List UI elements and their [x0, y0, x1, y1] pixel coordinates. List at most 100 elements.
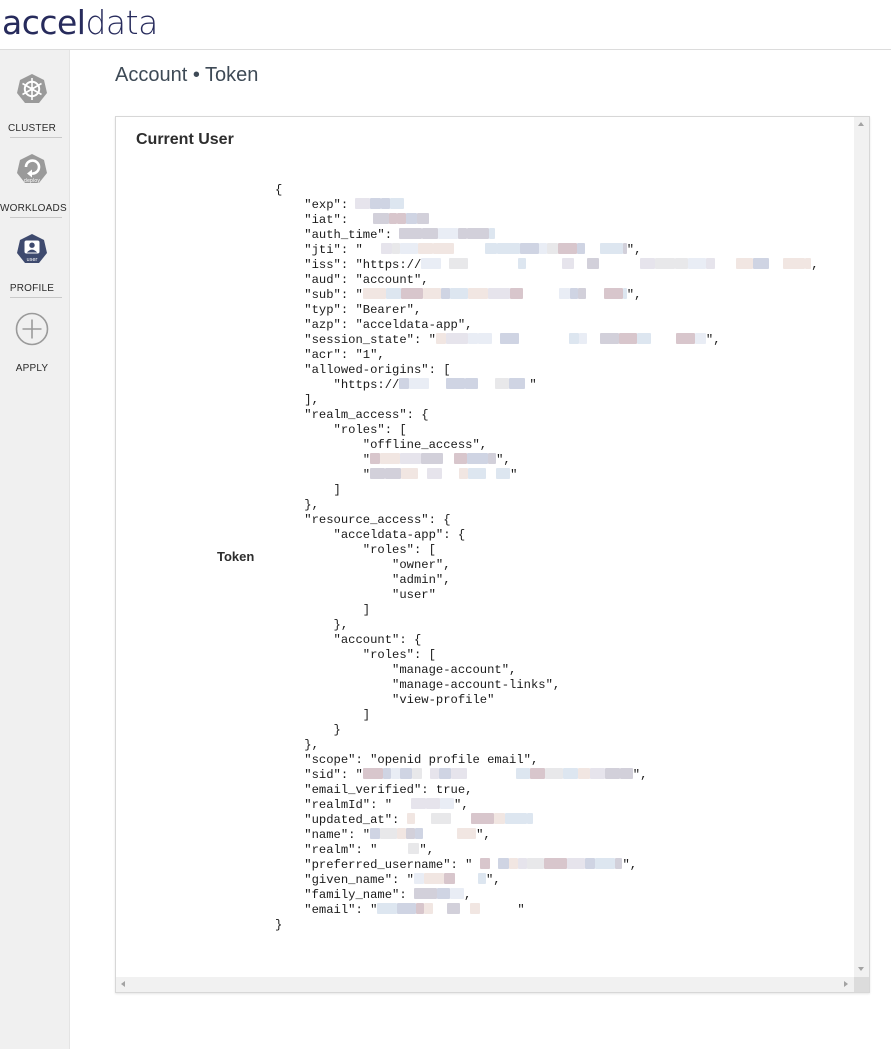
- user-badge-text: user: [27, 257, 39, 263]
- redacted-value: [421, 258, 812, 272]
- redacted-value: [362, 768, 633, 782]
- section-title: Current User: [136, 131, 234, 148]
- redacted-value: [362, 288, 627, 302]
- redacted-value: [406, 813, 533, 827]
- redacted-value: [363, 243, 627, 257]
- current-user-panel: Current User Token { "exp": "iat": "auth…: [115, 116, 870, 993]
- logo-text-accel: accel: [2, 3, 86, 42]
- json-line: "acr": "1",: [275, 348, 385, 362]
- json-line: "aud": "account",: [275, 273, 429, 287]
- scroll-down-arrow-icon[interactable]: [858, 967, 864, 971]
- json-line: "roles": [: [275, 648, 436, 662]
- redacted-value: [377, 903, 517, 917]
- user-icon: user: [17, 234, 47, 263]
- json-line: "scope": "openid profile email",: [275, 753, 539, 767]
- json-line: "sub": " ",: [275, 288, 642, 302]
- json-line: "manage-account-links",: [275, 678, 561, 692]
- json-line: "email": " ": [275, 903, 525, 917]
- redacted-value: [413, 888, 464, 902]
- sidebar-item-apply[interactable]: APPLY: [0, 304, 69, 382]
- json-line: "azp": "acceldata-app",: [275, 318, 473, 332]
- deploy-icon: deploy: [17, 154, 47, 184]
- redacted-value: [370, 828, 477, 842]
- json-line: "roles": [: [275, 423, 407, 437]
- token-label: Token: [217, 549, 255, 564]
- json-line: ]: [275, 483, 341, 497]
- json-line: "acceldata-app": {: [275, 528, 466, 542]
- json-line: "allowed-origins": [: [275, 363, 451, 377]
- json-line: ]: [275, 603, 371, 617]
- sidebar-item-label: WORKLOADS: [0, 203, 67, 214]
- json-line: "exp":: [275, 198, 819, 213]
- json-line: " ": [275, 468, 518, 482]
- json-line: ],: [275, 393, 319, 407]
- horizontal-scrollbar[interactable]: [116, 977, 854, 992]
- json-line: "realm": " ",: [275, 843, 435, 857]
- json-line: },: [275, 738, 319, 752]
- nav-divider: [10, 217, 62, 218]
- json-line: "https://": [275, 378, 537, 392]
- redacted-value: [355, 213, 430, 227]
- logo-text-data: data: [85, 3, 158, 42]
- json-line: "sid": " ",: [275, 768, 648, 782]
- json-line: "offline_access",: [275, 438, 488, 452]
- scroll-left-arrow-icon[interactable]: [121, 981, 125, 987]
- json-line: "account": {: [275, 633, 422, 647]
- sidebar-item-label: APPLY: [15, 363, 49, 374]
- json-line: "updated_at":: [275, 813, 819, 828]
- json-line: "realm_access": {: [275, 408, 429, 422]
- json-line: "admin",: [275, 573, 451, 587]
- json-line: "resource_access": {: [275, 513, 451, 527]
- scroll-right-arrow-icon[interactable]: [844, 981, 848, 987]
- redacted-value: [370, 453, 497, 467]
- nav-divider: [10, 137, 62, 138]
- plus-circle-icon: [15, 312, 49, 346]
- json-line: "realmId": " ",: [275, 798, 469, 812]
- redacted-value: [472, 858, 623, 872]
- redacted-value: [377, 843, 420, 857]
- json-line: " ",: [275, 453, 511, 467]
- app-header: acceldata: [0, 0, 891, 50]
- acceldata-logo[interactable]: acceldata: [2, 1, 158, 45]
- json-line: "email_verified": true,: [275, 783, 473, 797]
- json-line: "iss": "https://,: [275, 258, 819, 272]
- json-line: "view-profile": [275, 693, 495, 707]
- redacted-value: [370, 468, 511, 482]
- json-line: "manage-account",: [275, 663, 517, 677]
- sidebar-nav: CLUSTER deploy WORKLOADS user PROFILE AP…: [0, 50, 70, 1049]
- json-line: "jti": " ",: [275, 243, 642, 257]
- json-line: "family_name": ,: [275, 888, 472, 902]
- json-line: }: [275, 723, 341, 737]
- json-line: }: [275, 918, 283, 932]
- sidebar-item-cluster[interactable]: CLUSTER: [0, 64, 69, 142]
- redacted-value: [355, 198, 429, 212]
- json-line: "given_name": " ",: [275, 873, 501, 887]
- sidebar-item-profile[interactable]: user PROFILE: [0, 224, 69, 302]
- scroll-up-arrow-icon[interactable]: [858, 122, 864, 126]
- json-line: },: [275, 618, 349, 632]
- token-json-viewer: { "exp": "iat": "auth_time": "jti": " ", …: [275, 183, 819, 933]
- json-line: "session_state": " ",: [275, 333, 721, 347]
- redacted-value: [435, 333, 706, 347]
- sidebar-item-label: CLUSTER: [7, 123, 57, 134]
- json-line: "typ": "Bearer",: [275, 303, 422, 317]
- redacted-value: [399, 228, 496, 242]
- vertical-scrollbar[interactable]: [854, 117, 869, 977]
- sidebar-item-workloads[interactable]: deploy WORKLOADS: [0, 144, 69, 222]
- json-line: },: [275, 498, 319, 512]
- json-line: "auth_time":: [275, 228, 819, 243]
- kubernetes-helm-icon: [17, 74, 47, 103]
- json-line: "preferred_username": " ",: [275, 858, 638, 872]
- redacted-value: [413, 873, 486, 887]
- deploy-badge-text: deploy: [24, 178, 40, 184]
- json-line: "iat":: [275, 213, 819, 228]
- redacted-value: [392, 798, 455, 812]
- json-line: ]: [275, 708, 371, 722]
- json-line: "name": " ",: [275, 828, 491, 842]
- nav-divider: [10, 297, 62, 298]
- page-title: Account • Token: [115, 64, 259, 86]
- json-line: "owner",: [275, 558, 451, 572]
- sidebar-item-label: PROFILE: [9, 283, 55, 294]
- json-line: "user": [275, 588, 436, 602]
- scrollbar-corner: [854, 977, 869, 992]
